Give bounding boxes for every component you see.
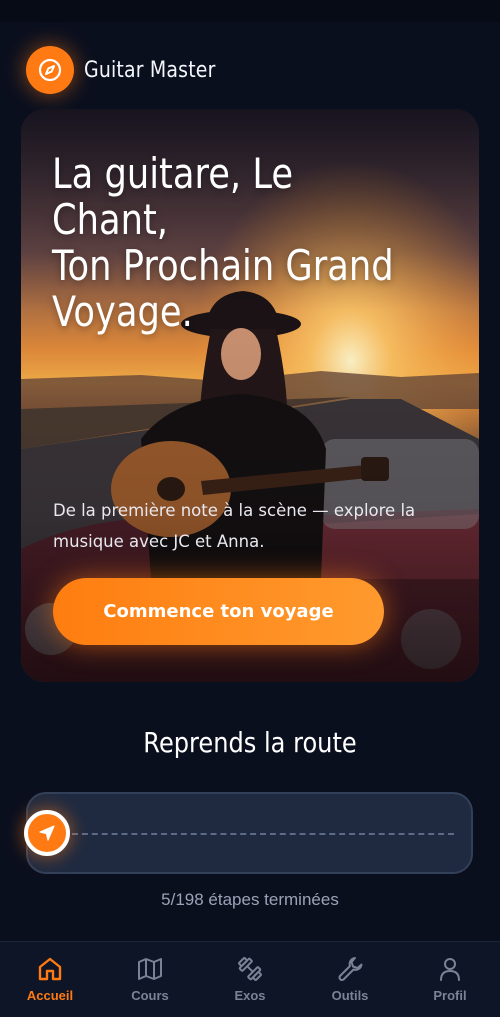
dumbbell-icon — [235, 954, 265, 984]
home-icon — [35, 954, 65, 984]
hero-card: La guitare, Le Chant, Ton Prochain Grand… — [21, 109, 479, 682]
progress-status: 5/198 étapes terminées — [161, 890, 339, 909]
start-journey-button[interactable]: Commence ton voyage — [53, 578, 384, 645]
nav-label: Cours — [131, 988, 169, 1003]
app-header: Guitar Master — [26, 46, 237, 94]
status-bar — [0, 0, 500, 22]
nav-item-profil[interactable]: Profil — [400, 942, 500, 1017]
user-icon — [435, 954, 465, 984]
hero-subtitle: De la première note à la scène — explore… — [53, 501, 416, 551]
map-icon — [135, 954, 165, 984]
bottom-navigation: Accueil Cours Exos Outils Profil — [0, 941, 500, 1017]
app-name: Guitar Master — [84, 57, 216, 83]
route-progress-track[interactable] — [24, 792, 473, 874]
nav-item-cours[interactable]: Cours — [100, 942, 200, 1017]
hero-title: La guitare, Le Chant, Ton Prochain Grand… — [52, 149, 394, 336]
nav-label: Profil — [433, 988, 467, 1003]
nav-label: Exos — [234, 988, 266, 1003]
compass-icon[interactable] — [26, 46, 74, 94]
navigation-arrow-icon[interactable] — [24, 810, 70, 856]
nav-label: Accueil — [26, 988, 74, 1003]
nav-label: Outils — [331, 988, 369, 1003]
nav-item-exos[interactable]: Exos — [200, 942, 300, 1017]
app-screen: Guitar Master La guitare, Le Chant, Ton … — [0, 0, 500, 1017]
nav-item-accueil[interactable]: Accueil — [0, 942, 100, 1017]
section-title: Reprends la route — [143, 726, 357, 759]
nav-item-outils[interactable]: Outils — [300, 942, 400, 1017]
route-dashed-line — [72, 833, 454, 835]
wrench-icon — [335, 954, 365, 984]
